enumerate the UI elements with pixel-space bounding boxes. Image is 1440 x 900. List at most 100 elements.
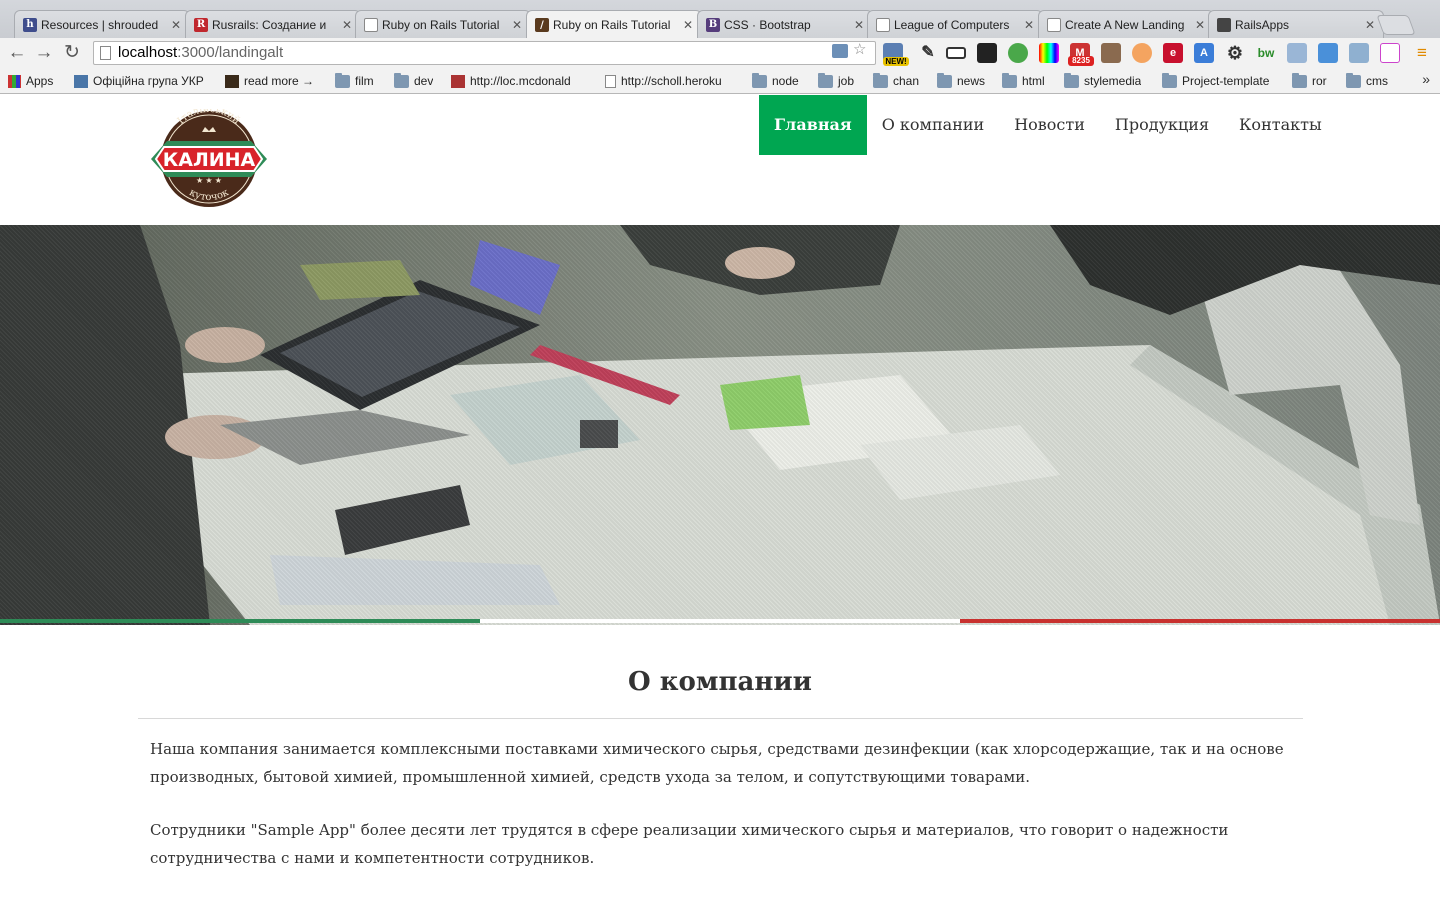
nav-item-about[interactable]: О компании [867,95,999,155]
bookmark-item[interactable]: film [335,73,374,89]
vk-icon [74,74,88,88]
bookmark-label: chan [893,74,920,88]
about-paragraph-1: Наша компания занимается комплексными по… [150,740,1284,786]
bookmark-item[interactable]: stylemedia [1064,73,1141,89]
tab-close-icon[interactable]: ✕ [681,18,695,32]
bookmark-label: http://loc.mcdonald [470,74,571,88]
forward-arrow-icon[interactable]: → [33,42,55,64]
bookmark-label: job [838,74,855,88]
refresh-extension-icon[interactable] [1008,43,1028,63]
settings-extension-icon[interactable] [1318,43,1338,63]
hero-flag-red [960,619,1440,623]
instagram-icon[interactable] [1101,43,1121,63]
bookmark-item[interactable]: http://scholl.heroku [605,73,737,89]
tab-strip: h Resources | shrouded ✕ R Rusrails: Соз… [0,0,1440,39]
bookmark-label: Офіційна група УКР [93,74,204,88]
menu-icon[interactable]: ≡ [1412,43,1432,63]
window-resizer-icon[interactable] [946,47,966,59]
browser-tab[interactable]: h Resources | shrouded ✕ [14,10,190,38]
bookmark-label: dev [414,74,434,88]
bookmark-item[interactable]: ror [1292,73,1327,89]
landing-page: КАЛИНА Італійський куточок ★ ★ ★ Главная… [0,95,1440,900]
chart-extension-icon[interactable] [977,43,997,63]
new-tab-button[interactable] [1376,15,1416,35]
fox-extension-icon[interactable] [1132,43,1152,63]
browser-tab[interactable]: League of Computers ✕ [867,10,1043,38]
page-favicon-icon [876,17,890,32]
nav-item-contacts[interactable]: Контакты [1224,95,1337,155]
browser-tab-active[interactable]: / Ruby on Rails Tutorial ✕ [526,10,702,39]
folder-icon [394,73,409,88]
eyedropper-icon[interactable]: ✎ [918,43,938,63]
tab-close-icon[interactable]: ✕ [1363,18,1377,32]
hero-flag-white [480,619,960,623]
address-bar[interactable]: localhost:3000/landingalt [93,41,876,65]
crosshair-extension-icon[interactable] [1380,43,1400,63]
logo-main-text: КАЛИНА [163,149,256,171]
hero-flag-green [0,619,480,623]
browser-tab[interactable]: RailsApps ✕ [1208,10,1384,38]
folder-icon [335,73,350,88]
window-extension-icon[interactable] [1287,43,1307,63]
page-icon [605,74,616,88]
folder-icon [1292,73,1307,88]
reload-icon[interactable]: ↻ [61,42,83,64]
bookmark-item[interactable]: html [1002,73,1045,89]
folder-icon [752,73,767,88]
tab-close-icon[interactable]: ✕ [169,18,183,32]
star-bookmark-icon[interactable]: ☆ [853,40,866,58]
nav-item-news[interactable]: Новости [999,95,1100,155]
hero-image [0,225,1440,625]
bookmark-item[interactable]: news [937,73,985,89]
resources-favicon-icon: h [23,17,37,32]
bookmark-item[interactable]: chan [873,73,919,89]
section-divider [138,718,1303,719]
page-favicon-icon [1047,17,1061,32]
browser-tab[interactable]: Ruby on Rails Tutorial ✕ [355,10,531,38]
gmail-count-badge: 8235 [1068,56,1094,66]
screen-extension-icon[interactable] [1349,43,1369,63]
bw-extension-icon[interactable]: bw [1256,43,1276,63]
about-paragraph-2: Сотрудники "Sample App" более десяти лет… [150,821,1229,867]
railsapps-favicon-icon [1217,17,1231,32]
nav-item-products[interactable]: Продукция [1100,95,1224,155]
bookmark-label: html [1022,74,1045,88]
browser-tab[interactable]: R Rusrails: Создание и ✕ [185,10,361,38]
tab-close-icon[interactable]: ✕ [1022,18,1036,32]
browser-tab[interactable]: Create A New Landing ✕ [1038,10,1214,38]
url-path: :3000/landingalt [177,44,284,61]
bookmark-item[interactable]: http://loc.mcdonald [451,73,586,89]
tab-close-icon[interactable]: ✕ [510,18,524,32]
back-arrow-icon[interactable]: ← [6,42,28,64]
tab-close-icon[interactable]: ✕ [852,18,866,32]
bookmark-item[interactable]: node [752,73,799,89]
color-picker-icon[interactable] [1039,43,1059,63]
bookmark-item[interactable]: dev [394,73,433,89]
bootstrap-favicon-icon: B [706,17,720,32]
bookmark-item[interactable]: Офіційна група УКР [74,73,210,89]
gear-icon[interactable]: ⚙ [1225,43,1245,63]
bookmark-label: read more → [244,74,315,88]
folder-icon [1346,73,1361,88]
e-extension-icon[interactable]: e [1163,43,1183,63]
bookmark-label: Project-template [1182,74,1270,88]
tab-close-icon[interactable]: ✕ [1193,18,1207,32]
bookmark-item[interactable]: Apps [8,73,53,89]
tab-close-icon[interactable]: ✕ [340,18,354,32]
bookmark-item[interactable]: read more → [225,73,314,89]
bookmark-item[interactable]: cms [1346,73,1388,89]
bookmark-item[interactable]: Project-template [1162,73,1269,89]
translate-icon[interactable]: A [1194,43,1214,63]
tab-title: Ruby on Rails Tutorial [382,17,500,32]
nav-item-home[interactable]: Главная [759,95,867,155]
page-icon [100,46,111,60]
folder-icon [1064,73,1079,88]
browser-tab[interactable]: B CSS · Bootstrap ✕ [697,10,873,38]
bookmarks-overflow-chevron-icon[interactable]: » [1422,71,1430,87]
bookmark-item[interactable]: job [818,73,854,89]
hero-stripe-overlay [0,225,1440,625]
page-action-icon[interactable] [832,44,848,58]
bookmark-label: film [355,74,374,88]
kalina-logo[interactable]: КАЛИНА Італійський куточок ★ ★ ★ [150,109,268,209]
bookmarks-bar: Apps Офіційна група УКР read more → film… [0,68,1440,94]
